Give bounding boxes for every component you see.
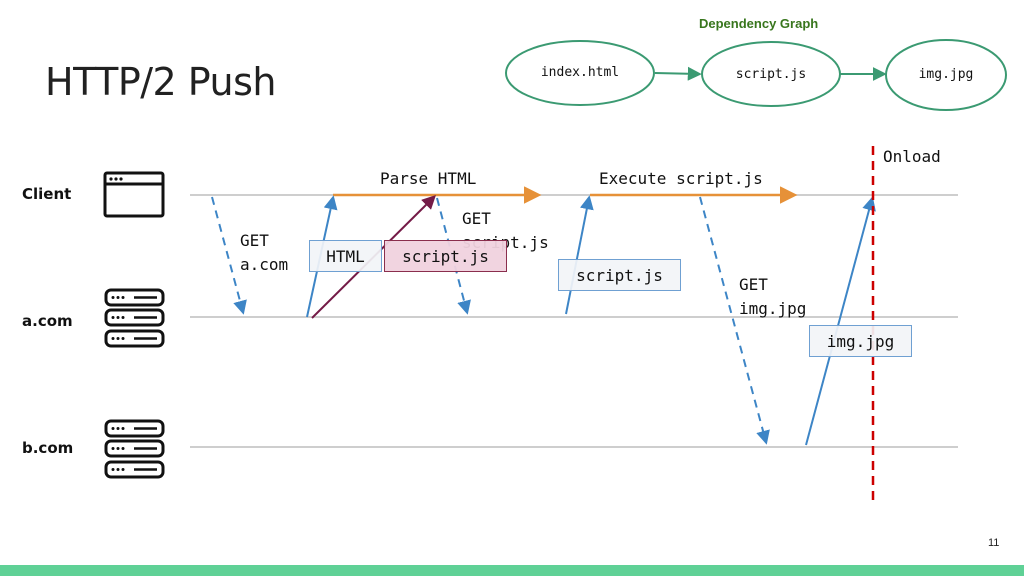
browser-window-icon (103, 171, 165, 218)
dep-edge-index-script (654, 66, 702, 81)
execute-script-label: Execute script.js (599, 169, 763, 188)
dep-node-script: script.js (735, 67, 807, 82)
get-acom-label-line1: GET (240, 231, 269, 250)
html-response-box: HTML (309, 240, 382, 272)
pushed-script-box: script.js (384, 240, 507, 272)
page-number: 11 (988, 537, 1000, 549)
actor-acom-label: a.com (22, 312, 73, 330)
img-response-box: img.jpg (809, 325, 912, 357)
sequence-diagram (103, 39, 1007, 500)
footer-bar (0, 565, 1024, 576)
get-img-label-line2: img.jpg (739, 299, 807, 318)
actor-client-label: Client (22, 185, 72, 203)
parse-html-label: Parse HTML (380, 169, 477, 188)
get-acom-arrow (211, 196, 247, 315)
script-response-arrow (565, 195, 594, 315)
actor-bcom-label: b.com (22, 439, 74, 457)
dep-node-index: index.html (540, 65, 620, 80)
onload-label: Onload (883, 147, 941, 166)
img-response-arrow (805, 196, 876, 446)
get-img-label-line1: GET (739, 275, 768, 294)
server-stack-icon-bcom (104, 419, 165, 479)
dep-node-img: img.jpg (918, 67, 974, 82)
server-stack-icon-acom (104, 288, 165, 348)
get-acom-label-line2: a.com (240, 255, 289, 274)
get-script-label-line1: GET (462, 209, 491, 228)
script-response-box: script.js (558, 259, 681, 291)
